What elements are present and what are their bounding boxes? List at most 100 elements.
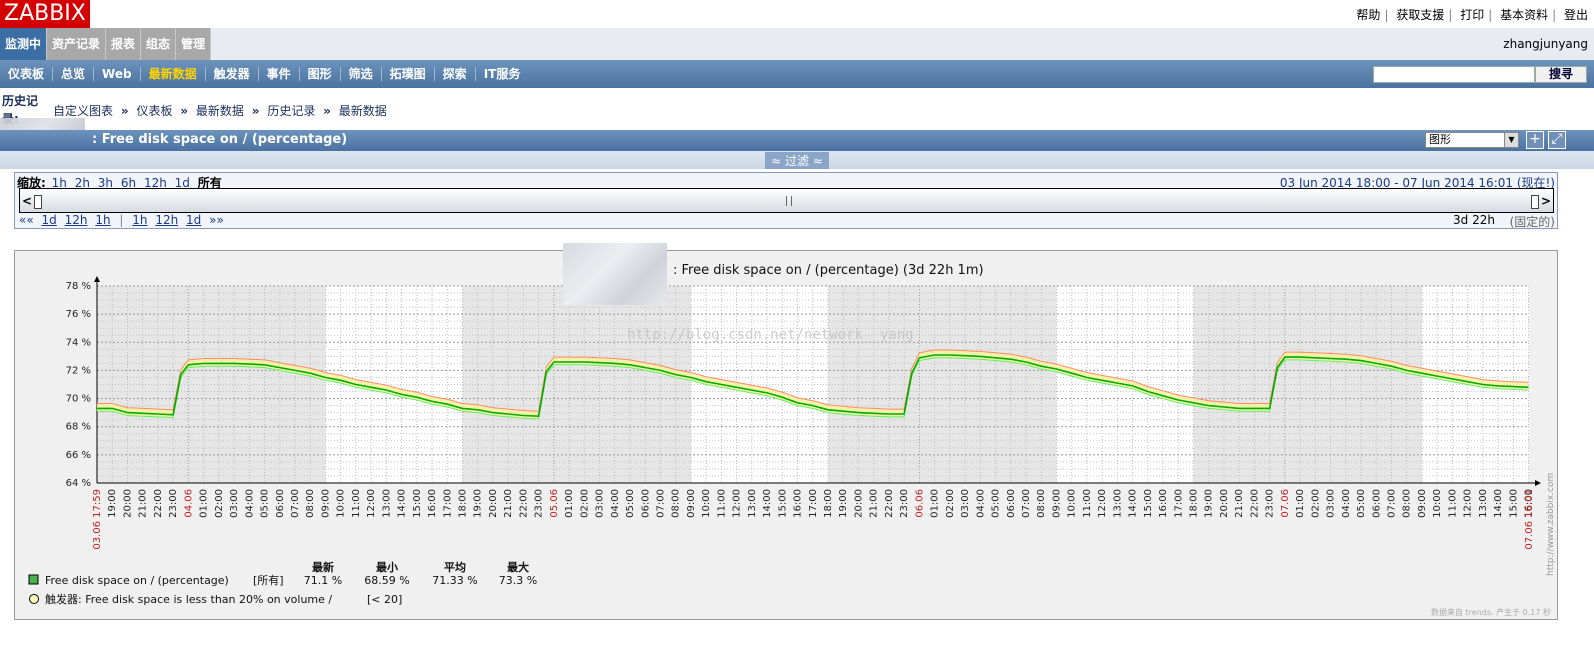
submenu-graphs[interactable]: 图形 (300, 67, 341, 81)
time-scrollbar[interactable]: < > (19, 188, 1554, 213)
menu-administration[interactable]: 管理 (176, 28, 212, 60)
legend-header: 最新 (312, 560, 334, 574)
x-tick-label: 06:00 (1006, 489, 1017, 518)
submenu-maps[interactable]: 拓璞图 (382, 67, 435, 81)
nav-fwd-1h[interactable]: 1h (130, 213, 149, 227)
x-tick-label: 02:00 (214, 489, 225, 518)
x-tick-label: 18:00 (458, 489, 469, 518)
time-scroll-box: 缩放: 1h 2h 3h 6h 12h 1d 所有 03 Jun 2014 18… (14, 172, 1558, 229)
x-tick-label: 12:00 (732, 489, 743, 518)
search-input[interactable] (1373, 66, 1535, 83)
x-tick-label: 23:00 (899, 489, 910, 518)
x-tick-label: 04.06 (183, 489, 194, 518)
zabbix-logo[interactable]: ZABBIX (0, 0, 90, 28)
submenu-events[interactable]: 事件 (259, 67, 300, 81)
x-tick-label: 09:00 (1051, 489, 1062, 518)
x-tick-label: 09:00 (1417, 489, 1428, 518)
x-tick-label: 18:00 (1189, 489, 1200, 518)
submenu-latest-data[interactable]: 最新数据 (141, 67, 206, 81)
print-link[interactable]: 打印 (1460, 8, 1484, 22)
x-tick-label: 06:00 (275, 489, 286, 518)
chevron-right-icon[interactable]: > (1541, 194, 1551, 208)
sub-menu: 仪表板 总览 Web 最新数据 触发器 事件 图形 筛选 拓璞图 探索 IT服务 (0, 60, 528, 88)
breadcrumb-separator: » (251, 104, 260, 118)
nav-back-1d[interactable]: 1d (40, 213, 59, 227)
x-tick-label: 03:00 (229, 489, 240, 518)
x-tick-label: 17:00 (808, 489, 819, 518)
x-tick-label: 16:00 (793, 489, 804, 518)
scroll-grip-icon[interactable] (786, 196, 792, 206)
breadcrumb-separator: » (180, 104, 189, 118)
profile-link[interactable]: 基本资料 (1500, 8, 1548, 22)
x-tick-label: 10:00 (1432, 489, 1443, 518)
x-tick-label: 15:00 (1143, 489, 1154, 518)
nav-back-1h[interactable]: 1h (93, 213, 112, 227)
x-tick-label: 04:00 (610, 489, 621, 518)
submenu-overview[interactable]: 总览 (53, 67, 95, 81)
graph-panel: 64 % 66 % 68 % 70 % 72 % 74 % 76 % 78 % 03.06 17… (14, 243, 1558, 620)
x-tick-label: 10:00 (336, 489, 347, 518)
main-menu-bar: 监测中 资产记录 报表 组态 管理 zhangjunyang (0, 28, 1594, 60)
nav-back-12h[interactable]: 12h (63, 213, 90, 227)
y-tick-label: 74 % (66, 337, 91, 348)
filter-toggle[interactable]: ≈ 过滤 ≈ (765, 152, 829, 169)
nav-back-arrow[interactable]: «« (17, 213, 36, 227)
breadcrumb-history[interactable]: 历史记录 (267, 104, 315, 118)
x-tick-label: 07.06 (1280, 489, 1291, 518)
view-type-value: 图形 (1429, 133, 1451, 146)
x-tick-label: 20:00 (122, 489, 133, 518)
x-tick-label: 12:00 (1097, 489, 1108, 518)
submenu-discovery[interactable]: 探索 (435, 67, 476, 81)
redacted-blur (563, 243, 667, 305)
fixed-toggle[interactable]: (固定的) (1510, 213, 1555, 230)
menu-monitoring[interactable]: 监测中 (0, 28, 48, 60)
x-tick-label: 22:00 (153, 489, 164, 518)
fullscreen-icon[interactable]: ⤢ (1548, 131, 1566, 149)
page-title: : Free disk space on / (percentage) (92, 132, 348, 147)
search-button[interactable]: 搜寻 (1535, 66, 1587, 83)
x-tick-label: 03:00 (595, 489, 606, 518)
watermark: http://blog.csdn.net/network__yang (627, 327, 914, 343)
legend-series-value: 68.59 % (364, 574, 409, 587)
menu-inventory[interactable]: 资产记录 (47, 28, 107, 60)
breadcrumb-latest-data[interactable]: 最新数据 (196, 104, 244, 118)
plus-icon[interactable]: + (1526, 131, 1544, 149)
x-tick-label: 21:00 (138, 489, 149, 518)
view-type-select[interactable]: 图形 ▼ (1425, 132, 1519, 148)
x-tick-label: 19:00 (107, 489, 118, 518)
nav-fwd-12h[interactable]: 12h (153, 213, 180, 227)
scroll-handle-right[interactable] (1531, 195, 1539, 209)
help-link[interactable]: 帮助 (1356, 8, 1380, 22)
x-tick-label: 03:00 (1326, 489, 1337, 518)
scroll-handle-left[interactable] (34, 195, 42, 209)
x-tick-label: 01:00 (1295, 489, 1306, 518)
submenu-screens[interactable]: 筛选 (341, 67, 382, 81)
x-tick-label: 07.06 16:01 (1524, 489, 1535, 550)
legend-header: 最大 (507, 560, 529, 574)
support-link[interactable]: 获取支援 (1396, 8, 1444, 22)
x-tick-label: 01:00 (199, 489, 210, 518)
x-tick-label: 19:00 (1204, 489, 1215, 518)
x-tick-label: 14:00 (1128, 489, 1139, 518)
top-links: 帮助 | 获取支援 | 打印 | 基本资料 | 登出 (1356, 8, 1588, 22)
breadcrumb-custom-graphs[interactable]: 自定义图表 (53, 104, 113, 118)
breadcrumb-dashboard[interactable]: 仪表板 (136, 104, 172, 118)
x-tick-label: 11:00 (351, 489, 362, 518)
menu-configuration[interactable]: 组态 (141, 28, 177, 60)
submenu-it-services[interactable]: IT服务 (476, 67, 529, 81)
menu-reports[interactable]: 报表 (106, 28, 142, 60)
chevron-left-icon[interactable]: < (22, 194, 32, 208)
logout-link[interactable]: 登出 (1564, 8, 1588, 22)
nav-fwd-1d[interactable]: 1d (184, 213, 203, 227)
x-tick-label: 08:00 (1402, 489, 1413, 518)
x-tick-label: 03:00 (960, 489, 971, 518)
x-tick-label: 11:00 (716, 489, 727, 518)
x-tick-label: 16:00 (427, 489, 438, 518)
y-tick-label: 68 % (66, 422, 91, 433)
legend-header: 最小 (376, 560, 398, 574)
nav-forward-arrow[interactable]: »» (207, 213, 226, 227)
submenu-web[interactable]: Web (94, 67, 141, 81)
breadcrumb-latest-data-2[interactable]: 最新数据 (339, 104, 387, 118)
submenu-dashboard[interactable]: 仪表板 (0, 67, 54, 81)
submenu-triggers[interactable]: 触发器 (206, 67, 259, 81)
